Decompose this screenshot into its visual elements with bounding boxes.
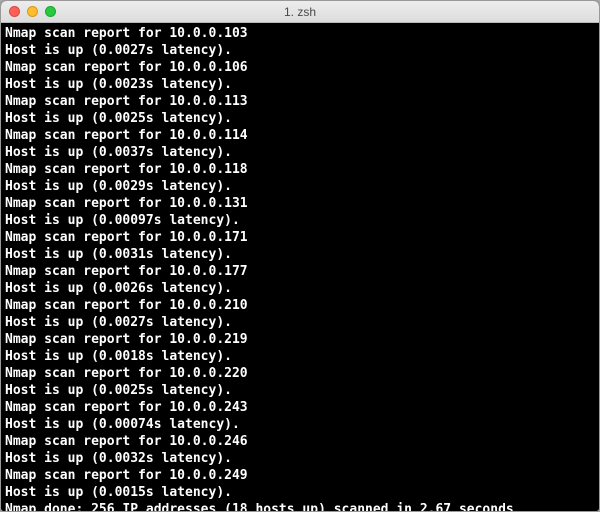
minimize-icon[interactable]: [27, 6, 38, 17]
scan-report-line: Nmap scan report for 10.0.0.243: [5, 399, 595, 416]
host-status-line: Host is up (0.00074s latency).: [5, 416, 595, 433]
scan-report-line: Nmap scan report for 10.0.0.177: [5, 263, 595, 280]
host-status-line: Host is up (0.0018s latency).: [5, 348, 595, 365]
close-icon[interactable]: [9, 6, 20, 17]
terminal-window: 1. zsh Nmap scan report for 10.0.0.103Ho…: [0, 0, 600, 512]
scan-report-line: Nmap scan report for 10.0.0.246: [5, 433, 595, 450]
scan-report-line: Nmap scan report for 10.0.0.131: [5, 195, 595, 212]
host-status-line: Host is up (0.0025s latency).: [5, 382, 595, 399]
host-status-line: Host is up (0.0026s latency).: [5, 280, 595, 297]
scan-report-line: Nmap scan report for 10.0.0.220: [5, 365, 595, 382]
host-status-line: Host is up (0.0032s latency).: [5, 450, 595, 467]
scan-summary-line: Nmap done: 256 IP addresses (18 hosts up…: [5, 501, 595, 511]
host-status-line: Host is up (0.0029s latency).: [5, 178, 595, 195]
scan-report-line: Nmap scan report for 10.0.0.171: [5, 229, 595, 246]
terminal-output[interactable]: Nmap scan report for 10.0.0.103Host is u…: [1, 23, 599, 511]
host-status-line: Host is up (0.0025s latency).: [5, 110, 595, 127]
host-status-line: Host is up (0.0015s latency).: [5, 484, 595, 501]
scan-report-line: Nmap scan report for 10.0.0.219: [5, 331, 595, 348]
traffic-lights: [9, 6, 56, 17]
scan-report-line: Nmap scan report for 10.0.0.118: [5, 161, 595, 178]
scan-report-line: Nmap scan report for 10.0.0.103: [5, 25, 595, 42]
scan-report-line: Nmap scan report for 10.0.0.210: [5, 297, 595, 314]
zoom-icon[interactable]: [45, 6, 56, 17]
titlebar[interactable]: 1. zsh: [1, 1, 599, 23]
host-status-line: Host is up (0.0037s latency).: [5, 144, 595, 161]
host-status-line: Host is up (0.00097s latency).: [5, 212, 595, 229]
scan-report-line: Nmap scan report for 10.0.0.113: [5, 93, 595, 110]
host-status-line: Host is up (0.0027s latency).: [5, 314, 595, 331]
scan-report-line: Nmap scan report for 10.0.0.249: [5, 467, 595, 484]
host-status-line: Host is up (0.0023s latency).: [5, 76, 595, 93]
scan-report-line: Nmap scan report for 10.0.0.114: [5, 127, 595, 144]
host-status-line: Host is up (0.0027s latency).: [5, 42, 595, 59]
window-title: 1. zsh: [1, 5, 599, 19]
scan-report-line: Nmap scan report for 10.0.0.106: [5, 59, 595, 76]
host-status-line: Host is up (0.0031s latency).: [5, 246, 595, 263]
